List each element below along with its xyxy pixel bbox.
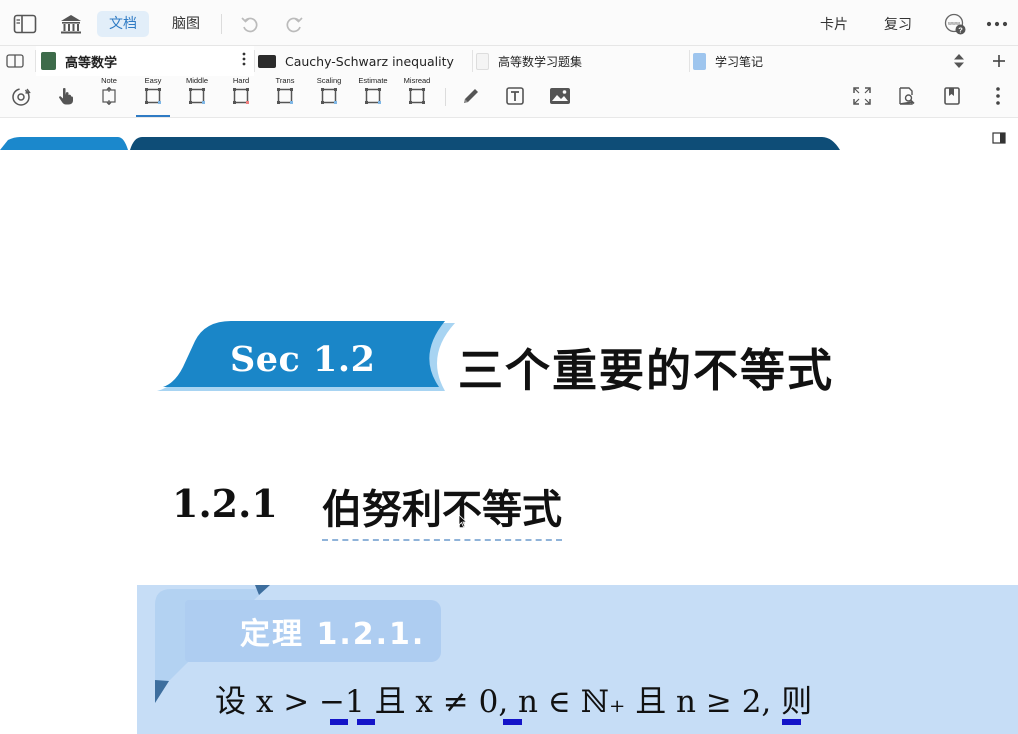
sidebar-toggle-icon[interactable] <box>10 9 40 39</box>
bookmark-icon[interactable] <box>942 86 962 106</box>
page-banner-decoration <box>0 137 840 150</box>
tab-document-2[interactable]: 高等数学习题集 <box>472 46 690 76</box>
tool-easy[interactable]: Easy <box>131 76 175 118</box>
tab-menu-icon[interactable] <box>242 52 246 69</box>
tab-label: Cauchy-Schwarz inequality <box>285 53 454 69</box>
tab-document-0[interactable]: 高等数学 <box>35 46 254 76</box>
cards-button[interactable]: 卡片 <box>820 14 848 34</box>
more-vertical-icon[interactable] <box>988 86 1008 106</box>
page-header <box>0 118 1018 151</box>
notebook-thumbnail-icon <box>693 52 706 70</box>
review-button[interactable]: 复习 <box>884 14 912 34</box>
frame-scaling-icon <box>321 88 337 104</box>
tool-label: Middle <box>185 76 209 85</box>
tab-label: 学习笔记 <box>715 54 764 69</box>
library-icon[interactable] <box>56 9 86 39</box>
tool-hard[interactable]: Hard <box>219 76 263 118</box>
text-box-icon[interactable] <box>505 86 525 106</box>
frame-hard-icon <box>233 88 249 104</box>
tool-estimate[interactable]: Estimate <box>351 76 395 118</box>
tab-label: 高等数学习题集 <box>498 54 583 69</box>
section-title: 三个重要的不等式 <box>458 344 835 397</box>
theorem-statement[interactable]: 设 x > −1 且 x ≠ 0, n ∈ ℕ₊ 且 n ≥ 2, 则 <box>215 676 812 721</box>
sidebar-right-icon[interactable] <box>992 129 1006 148</box>
frame-trans-icon <box>277 88 293 104</box>
frame-misread-icon <box>409 88 425 104</box>
book-thumbnail-icon <box>41 52 56 70</box>
web-help-icon[interactable]: www? <box>940 9 970 39</box>
undo-icon[interactable] <box>235 9 265 39</box>
fullscreen-icon[interactable] <box>852 86 872 106</box>
move-frame-icon <box>102 87 116 105</box>
tab-label: 高等数学 <box>65 55 118 71</box>
more-horizontal-icon[interactable] <box>982 9 1012 39</box>
sort-arrows-icon[interactable] <box>944 46 974 76</box>
section-badge-label: Sec 1.2 <box>230 339 376 380</box>
tool-misread[interactable]: Misread <box>395 76 439 118</box>
pen-icon[interactable] <box>461 86 481 106</box>
theorem-label: 定理 1.2.1. <box>240 617 426 652</box>
highlight-mark <box>503 719 522 725</box>
top-bar: 文档 脑图 卡片 复习 www? <box>0 0 1018 46</box>
tool-note[interactable]: Note <box>87 76 131 118</box>
annotation-toolbar: Note Easy Middle Hard Trans Scaling Esti… <box>0 76 1018 118</box>
tool-label: Misread <box>403 76 431 85</box>
tab-document-3[interactable]: 学习笔记 <box>689 46 908 76</box>
page-thumbnail-icon <box>476 52 489 70</box>
tool-label: Easy <box>144 76 162 85</box>
tab-document[interactable]: 文档 <box>97 11 149 37</box>
document-page: Sec 1.2 三个重要的不等式 1.2.1 伯努利不等式 定理 1.2.1. … <box>0 151 1018 734</box>
subsection-title[interactable]: 伯努利不等式 <box>322 477 562 541</box>
highlight-mark <box>782 719 801 725</box>
frame-estimate-icon <box>365 88 381 104</box>
redo-icon[interactable] <box>279 9 309 39</box>
hand-pointer-icon[interactable] <box>56 86 76 106</box>
image-icon[interactable] <box>549 86 570 106</box>
svg-text:?: ? <box>958 25 963 34</box>
tool-label: Trans <box>275 76 295 85</box>
tab-document-1[interactable]: Cauchy-Schwarz inequality <box>254 46 473 76</box>
search-document-icon[interactable] <box>896 86 916 106</box>
subsection-number: 1.2.1 <box>172 481 278 526</box>
sync-icon[interactable] <box>10 86 32 108</box>
highlight-mark <box>357 719 375 725</box>
tool-scaling[interactable]: Scaling <box>307 76 351 118</box>
tool-label: Scaling <box>316 76 342 85</box>
page-thumbnail-icon <box>258 54 276 68</box>
tool-middle[interactable]: Middle <box>175 76 219 118</box>
tab-mindmap[interactable]: 脑图 <box>160 11 212 37</box>
tool-label: Note <box>101 76 117 85</box>
tool-label: Estimate <box>358 76 388 85</box>
split-view-icon[interactable] <box>0 46 30 76</box>
tool-label: Hard <box>232 76 250 85</box>
tool-trans[interactable]: Trans <box>263 76 307 118</box>
frame-middle-icon <box>189 88 205 104</box>
frame-easy-icon <box>145 88 161 104</box>
document-tab-strip: 高等数学 Cauchy-Schwarz inequality 高等数学习题集 学… <box>0 46 1018 76</box>
highlight-mark <box>330 719 348 725</box>
mouse-cursor-icon <box>458 513 468 532</box>
add-tab-icon[interactable] <box>984 46 1014 76</box>
divider <box>445 88 446 106</box>
divider <box>221 14 222 34</box>
